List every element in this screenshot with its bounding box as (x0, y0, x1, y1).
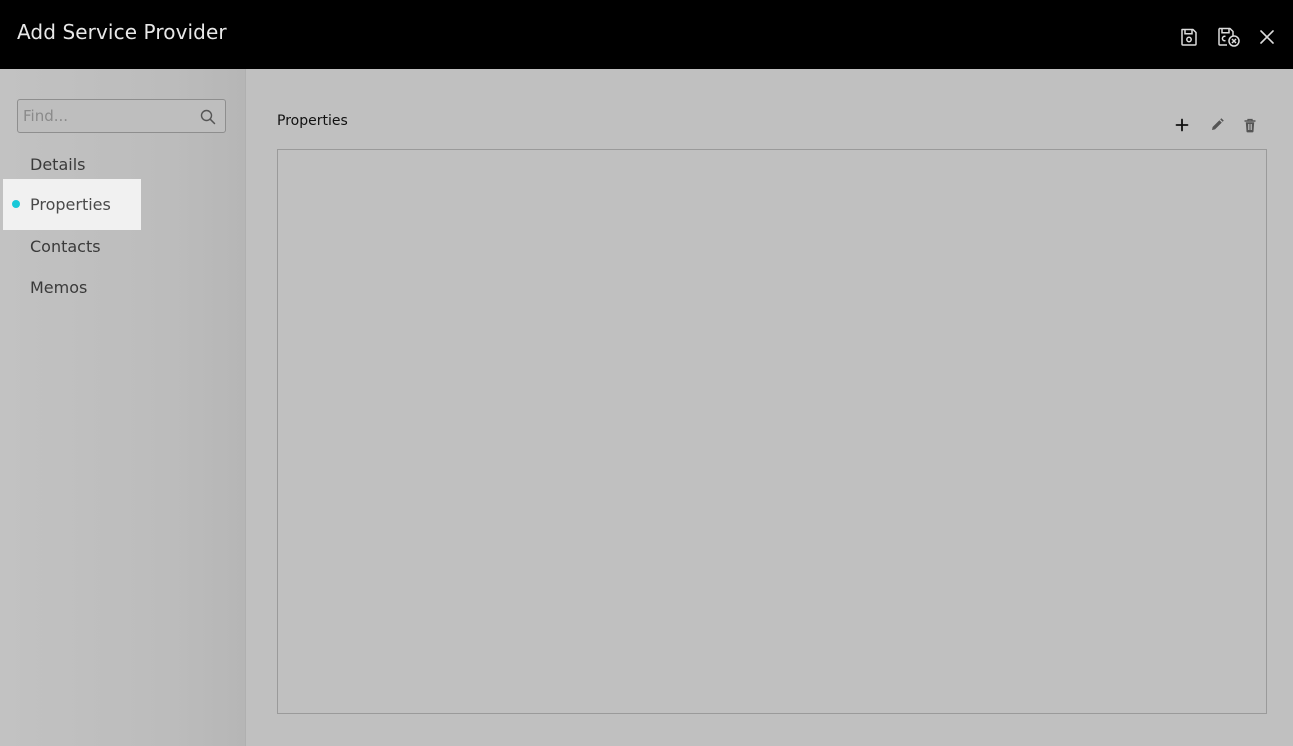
save-icon (1181, 28, 1197, 46)
sidebar-item-label: Properties (30, 195, 111, 214)
properties-list-panel[interactable] (277, 149, 1267, 714)
save-button[interactable] (1176, 24, 1202, 50)
sidebar-item-label: Contacts (30, 237, 101, 256)
sidebar-item-memos[interactable]: Memos (3, 262, 141, 313)
close-button[interactable] (1254, 24, 1280, 50)
header-bar: Add Service Provider (0, 0, 1293, 69)
delete-button[interactable] (1240, 115, 1260, 135)
plus-icon (1175, 118, 1189, 132)
pencil-icon (1212, 118, 1224, 130)
page-title: Add Service Provider (17, 20, 227, 44)
app-window: Add Service Provider Find... Details Pro… (0, 0, 1293, 746)
search-input[interactable] (18, 100, 198, 132)
close-icon (1260, 30, 1274, 44)
section-title: Properties (277, 113, 348, 129)
sidebar: Details Properties Contacts Memos (0, 69, 246, 746)
save-close-icon (1218, 27, 1240, 47)
add-button[interactable] (1172, 115, 1192, 135)
trash-icon (1244, 118, 1256, 132)
sidebar-item-label: Details (30, 155, 86, 174)
sidebar-item-label: Memos (30, 278, 88, 297)
save-close-button[interactable] (1216, 24, 1242, 50)
search-icon[interactable] (200, 109, 216, 125)
main-content: Properties (247, 69, 1293, 746)
active-indicator-dot (12, 200, 20, 208)
edit-button[interactable] (1207, 115, 1227, 135)
search-box (17, 99, 226, 133)
